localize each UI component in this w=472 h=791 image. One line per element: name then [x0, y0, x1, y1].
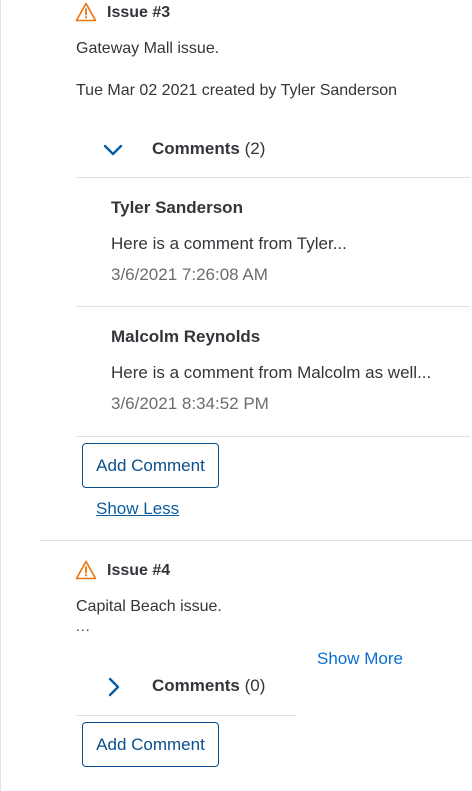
show-more-link[interactable]: Show More: [317, 649, 403, 669]
warning-icon: [75, 560, 97, 580]
comment-date: 3/6/2021 8:34:52 PM: [111, 394, 269, 413]
issue-title: Issue #3: [107, 4, 171, 21]
comment-author: Malcolm Reynolds: [111, 327, 261, 346]
chevron-right-icon[interactable]: [103, 676, 125, 698]
comments-header[interactable]: Comments (2): [152, 139, 265, 159]
divider: [76, 177, 470, 178]
description-ellipsis: ...: [76, 618, 91, 634]
warning-icon: [75, 2, 97, 22]
issue-description: Capital Beach issue.: [76, 598, 222, 615]
comments-label: Comments: [152, 676, 245, 695]
divider: [76, 436, 470, 437]
comments-header[interactable]: Comments (0): [152, 676, 265, 696]
comments-label: Comments: [152, 139, 245, 158]
comment-text: Here is a comment from Malcolm as well..…: [111, 363, 432, 382]
divider: [76, 715, 297, 716]
issue-title: Issue #4: [107, 562, 171, 579]
add-comment-button[interactable]: Add Comment: [82, 722, 219, 767]
comment-author: Tyler Sanderson: [111, 198, 243, 217]
issue-meta: Tue Mar 02 2021 created by Tyler Sanders…: [76, 82, 398, 99]
divider: [76, 306, 470, 307]
comments-count: (0): [244, 676, 266, 695]
left-border: [0, 0, 1, 791]
add-comment-button[interactable]: Add Comment: [82, 443, 219, 488]
comment-text: Here is a comment from Tyler...: [111, 234, 347, 253]
comments-count: (2): [244, 139, 266, 158]
issue-description: Gateway Mall issue.: [76, 40, 220, 57]
comment-date: 3/6/2021 7:26:08 AM: [111, 265, 268, 284]
chevron-down-icon[interactable]: [102, 139, 124, 161]
issue-divider: [40, 540, 472, 541]
show-less-link[interactable]: Show Less: [96, 499, 179, 519]
